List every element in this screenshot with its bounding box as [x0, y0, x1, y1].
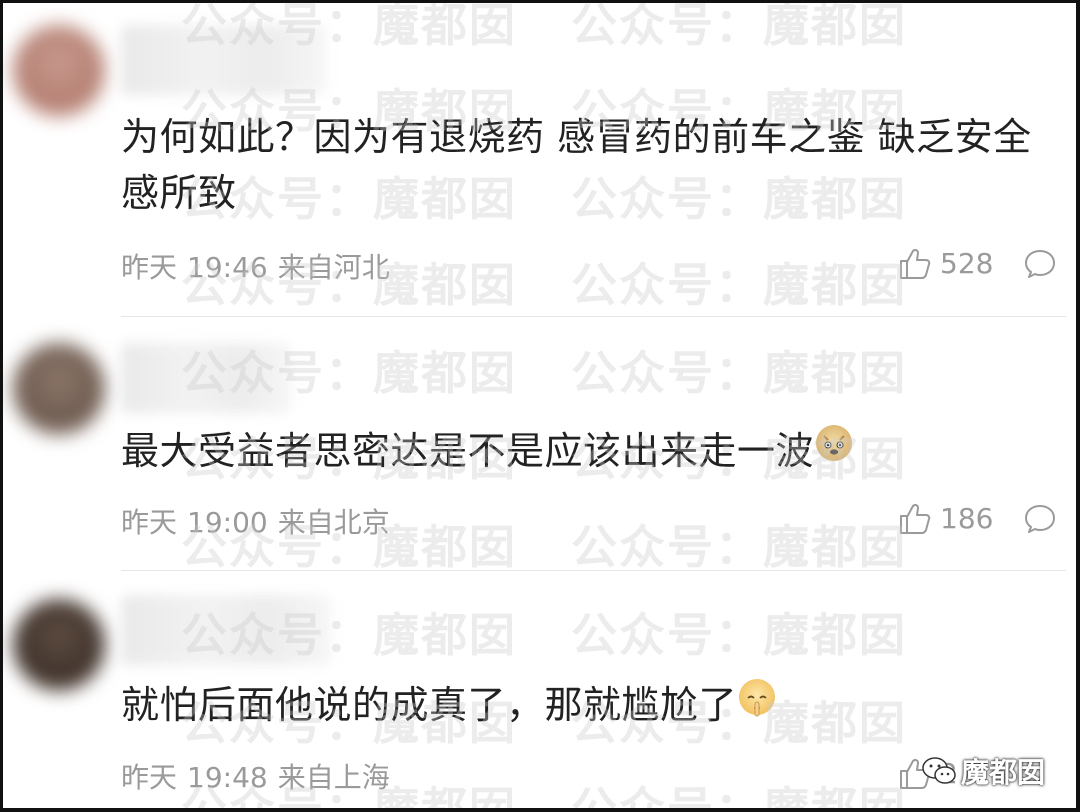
shush-emoji: [739, 679, 776, 717]
comment-date: 昨天: [121, 251, 178, 284]
username-blurred[interactable]: [121, 343, 291, 413]
avatar[interactable]: [13, 25, 105, 117]
comment-time: 19:00: [187, 506, 268, 539]
comment-text: 就怕后面他说的成真了，那就尴尬了: [121, 677, 1066, 733]
comment-meta: 昨天 19:00 来自北京: [121, 501, 400, 541]
comment-text-content: 最大受益者思密达是不是应该出来走一波: [121, 429, 815, 473]
thumbs-up-icon[interactable]: [898, 247, 932, 281]
doge-emoji: [816, 425, 853, 461]
username-blurred[interactable]: [121, 595, 331, 665]
avatar[interactable]: [13, 599, 105, 691]
thumbs-up-icon[interactable]: [898, 502, 932, 536]
comment-meta: 昨天 19:46 来自河北: [121, 246, 400, 286]
like-count: 528: [940, 247, 994, 280]
comment-list: 为何如此？因为有退烧药 感冒药的前车之鉴 缺乏安全感所致 昨天 19:46 来自河北…: [0, 0, 1080, 812]
wechat-icon: [922, 757, 956, 784]
comment-actions: 186: [898, 500, 1063, 540]
username-blurred[interactable]: [121, 25, 326, 95]
comment-time: 19:46: [187, 251, 268, 284]
comment-text-content: 为何如此？因为有退烧药 感冒药的前车之鉴 缺乏安全感所致: [121, 115, 1032, 215]
avatar[interactable]: [13, 343, 105, 435]
comment-meta: 昨天 19:48 来自上海: [121, 756, 400, 796]
comment-date: 昨天: [121, 506, 178, 539]
wechat-account-badge: 魔都囡: [921, 751, 1045, 791]
like-count: 186: [940, 502, 994, 535]
comment-time: 19:48: [187, 761, 268, 794]
reply-bubble-icon[interactable]: [1023, 502, 1057, 536]
comment-location: 来自河北: [277, 251, 390, 284]
divider: [121, 570, 1066, 571]
comment-text-content: 就怕后面他说的成真了，那就尴尬了: [121, 683, 738, 727]
comment-text: 为何如此？因为有退烧药 感冒药的前车之鉴 缺乏安全感所致: [121, 109, 1066, 221]
comment-location: 来自上海: [277, 761, 390, 794]
wechat-account-name: 魔都囡: [961, 756, 1046, 789]
shush-face-icon: [747, 695, 767, 717]
comment-location: 来自北京: [277, 506, 390, 539]
comment-date: 昨天: [121, 761, 178, 794]
comment-text: 最大受益者思密达是不是应该出来走一波: [121, 423, 1066, 479]
divider: [121, 316, 1066, 317]
comment-actions: 528: [898, 245, 1063, 285]
doge-face-icon: [823, 435, 845, 455]
reply-bubble-icon[interactable]: [1023, 247, 1057, 281]
